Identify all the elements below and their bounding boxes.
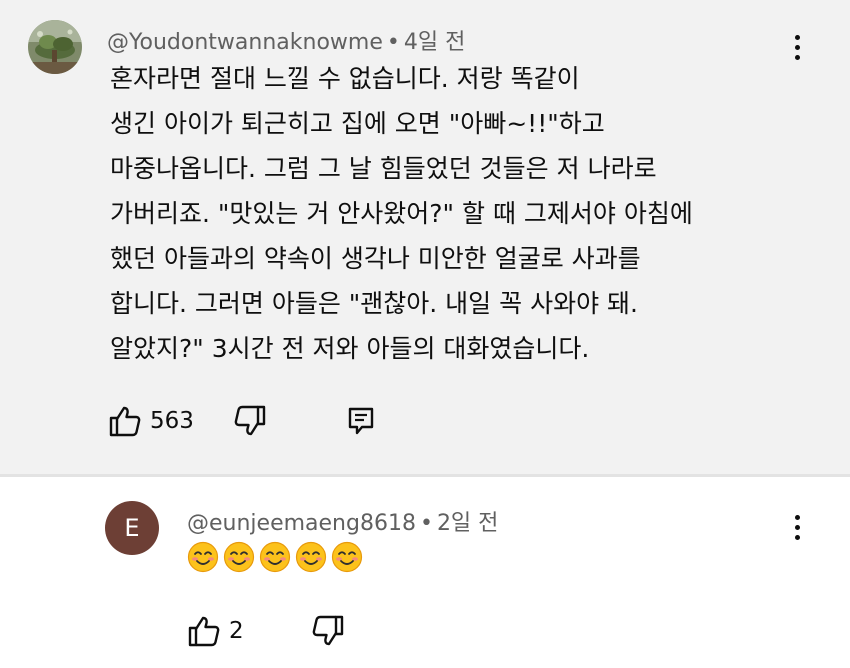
meta-separator: • <box>386 30 400 55</box>
reply-avatar[interactable]: E <box>105 501 159 555</box>
thumbs-up-icon <box>109 406 141 437</box>
reply-meta: @eunjeemaeng8618 • 2일 전 <box>187 505 498 537</box>
comment-age: 4일 전 <box>403 30 466 55</box>
reply-dislike-button[interactable] <box>311 615 345 647</box>
dislike-button[interactable] <box>233 405 267 437</box>
meta-separator: • <box>419 511 433 536</box>
reply-icon <box>348 407 374 435</box>
like-button[interactable]: 563 <box>108 405 194 437</box>
reply-like-count: 2 <box>229 618 244 644</box>
reply-text <box>187 541 363 573</box>
like-count: 563 <box>150 408 194 434</box>
smiling-face-icon <box>331 541 363 573</box>
smiling-face-icon <box>187 541 219 573</box>
thumbs-down-icon <box>234 405 266 436</box>
avatar-image <box>28 20 82 74</box>
comment-line: 생긴 아이가 퇴근히고 집에 오면 "아빠~!!"하고 <box>110 109 605 138</box>
smiling-face-icon <box>259 541 291 573</box>
user-avatar[interactable] <box>28 20 82 74</box>
smiling-face-icon <box>295 541 327 573</box>
comment-line: 알았지?" 3시간 전 저와 아들의 대화였습니다. <box>110 334 590 363</box>
comment-line: 혼자라면 절대 느낄 수 없습니다. 저랑 똑같이 <box>110 64 580 93</box>
divider <box>0 474 850 477</box>
thumbs-down-icon <box>312 615 344 646</box>
reply-button[interactable] <box>347 406 375 436</box>
smiling-face-icon <box>223 541 255 573</box>
reply-age: 2일 전 <box>436 511 499 536</box>
comment-line: 가버리죠. "맛있는 거 안사왔어?" 할 때 그제서야 아침에 <box>110 199 693 228</box>
comment-line: 했던 아들과의 약속이 생각나 미안한 얼굴로 사과를 <box>110 244 641 273</box>
comment-text: 혼자라면 절대 느낄 수 없습니다. 저랑 똑같이 생긴 아이가 퇴근히고 집에… <box>110 56 810 371</box>
more-vert-icon[interactable] <box>782 507 812 547</box>
comment-line: 합니다. 그러면 아들은 "괜찮아. 내일 꼭 사와야 돼. <box>110 289 638 318</box>
reply-username[interactable]: @eunjeemaeng8618 <box>187 511 416 536</box>
comment-line: 마중나옵니다. 그럼 그 날 힘들었던 것들은 저 나라로 <box>110 154 657 183</box>
reply-like-button[interactable]: 2 <box>187 615 244 647</box>
comment-meta: @Youdontwannaknowme • 4일 전 <box>107 24 465 56</box>
comment-username[interactable]: @Youdontwannaknowme <box>107 30 383 55</box>
thumbs-up-icon <box>188 616 220 647</box>
